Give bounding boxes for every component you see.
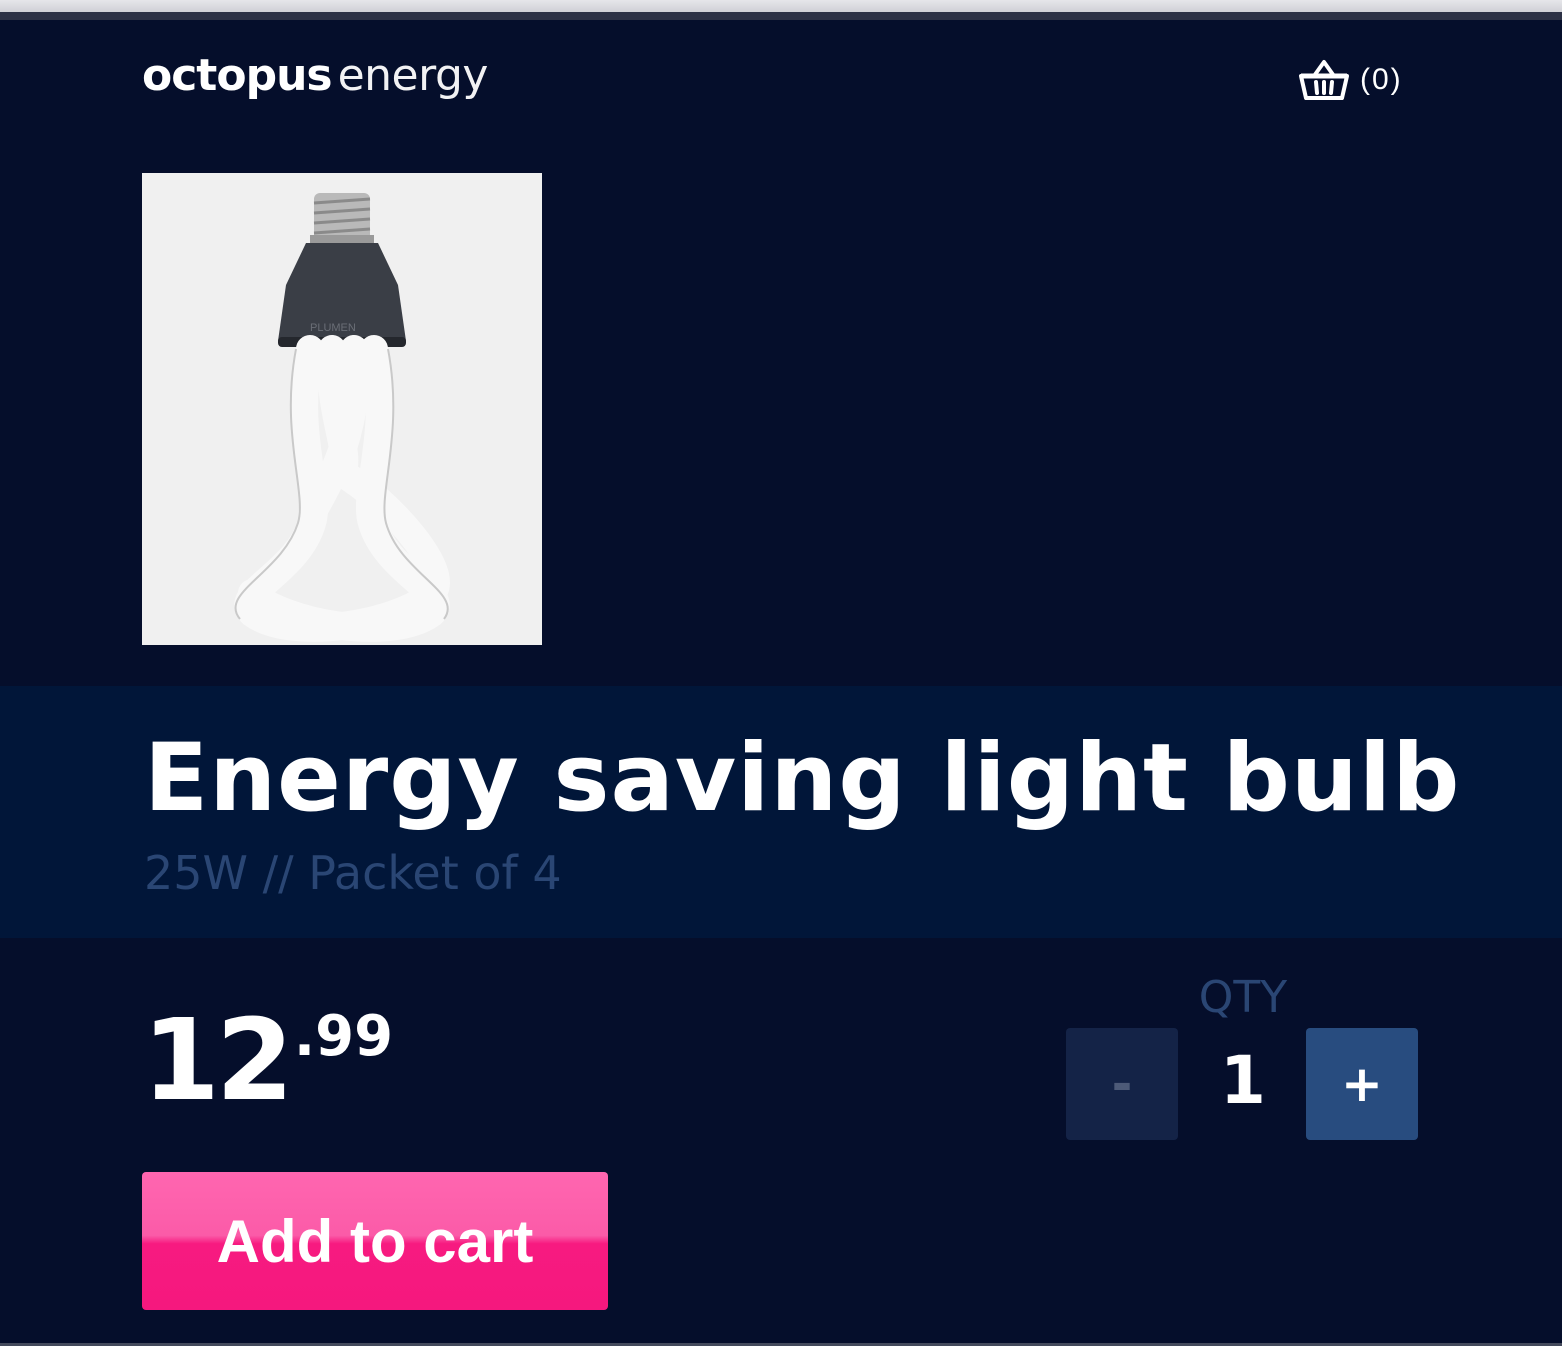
- quantity-increase-button[interactable]: +: [1306, 1028, 1418, 1140]
- add-to-cart-button[interactable]: Add to cart: [142, 1172, 608, 1310]
- basket-icon: [1299, 60, 1349, 100]
- product-page: octopus energy (0) PLUMEN Energy saving …: [0, 20, 1562, 1346]
- browser-top-border: [0, 12, 1562, 20]
- cart-button[interactable]: (0): [1298, 58, 1403, 102]
- quantity-label: QTY: [1198, 972, 1288, 1023]
- product-subtitle: 25W // Packet of 4: [144, 846, 562, 900]
- browser-top-strip: [0, 0, 1562, 12]
- cart-count: (0): [1360, 63, 1403, 96]
- logo-text-bold: octopus: [142, 50, 333, 101]
- logo-text-light: energy: [337, 50, 489, 101]
- light-bulb-illustration: PLUMEN: [234, 193, 450, 642]
- product-image: PLUMEN: [142, 173, 542, 645]
- product-title: Energy saving light bulb: [144, 724, 1461, 833]
- svg-text:PLUMEN: PLUMEN: [310, 322, 356, 334]
- product-price: 12 .99: [142, 1005, 393, 1117]
- octopus-energy-logo[interactable]: octopus energy: [142, 50, 488, 110]
- quantity-decrease-button[interactable]: -: [1066, 1028, 1178, 1140]
- price-whole: 12: [142, 996, 294, 1126]
- price-decimal: .99: [293, 1004, 394, 1069]
- product-title-band: Energy saving light bulb 25W // Packet o…: [0, 686, 1562, 938]
- quantity-value[interactable]: 1: [1188, 1042, 1298, 1119]
